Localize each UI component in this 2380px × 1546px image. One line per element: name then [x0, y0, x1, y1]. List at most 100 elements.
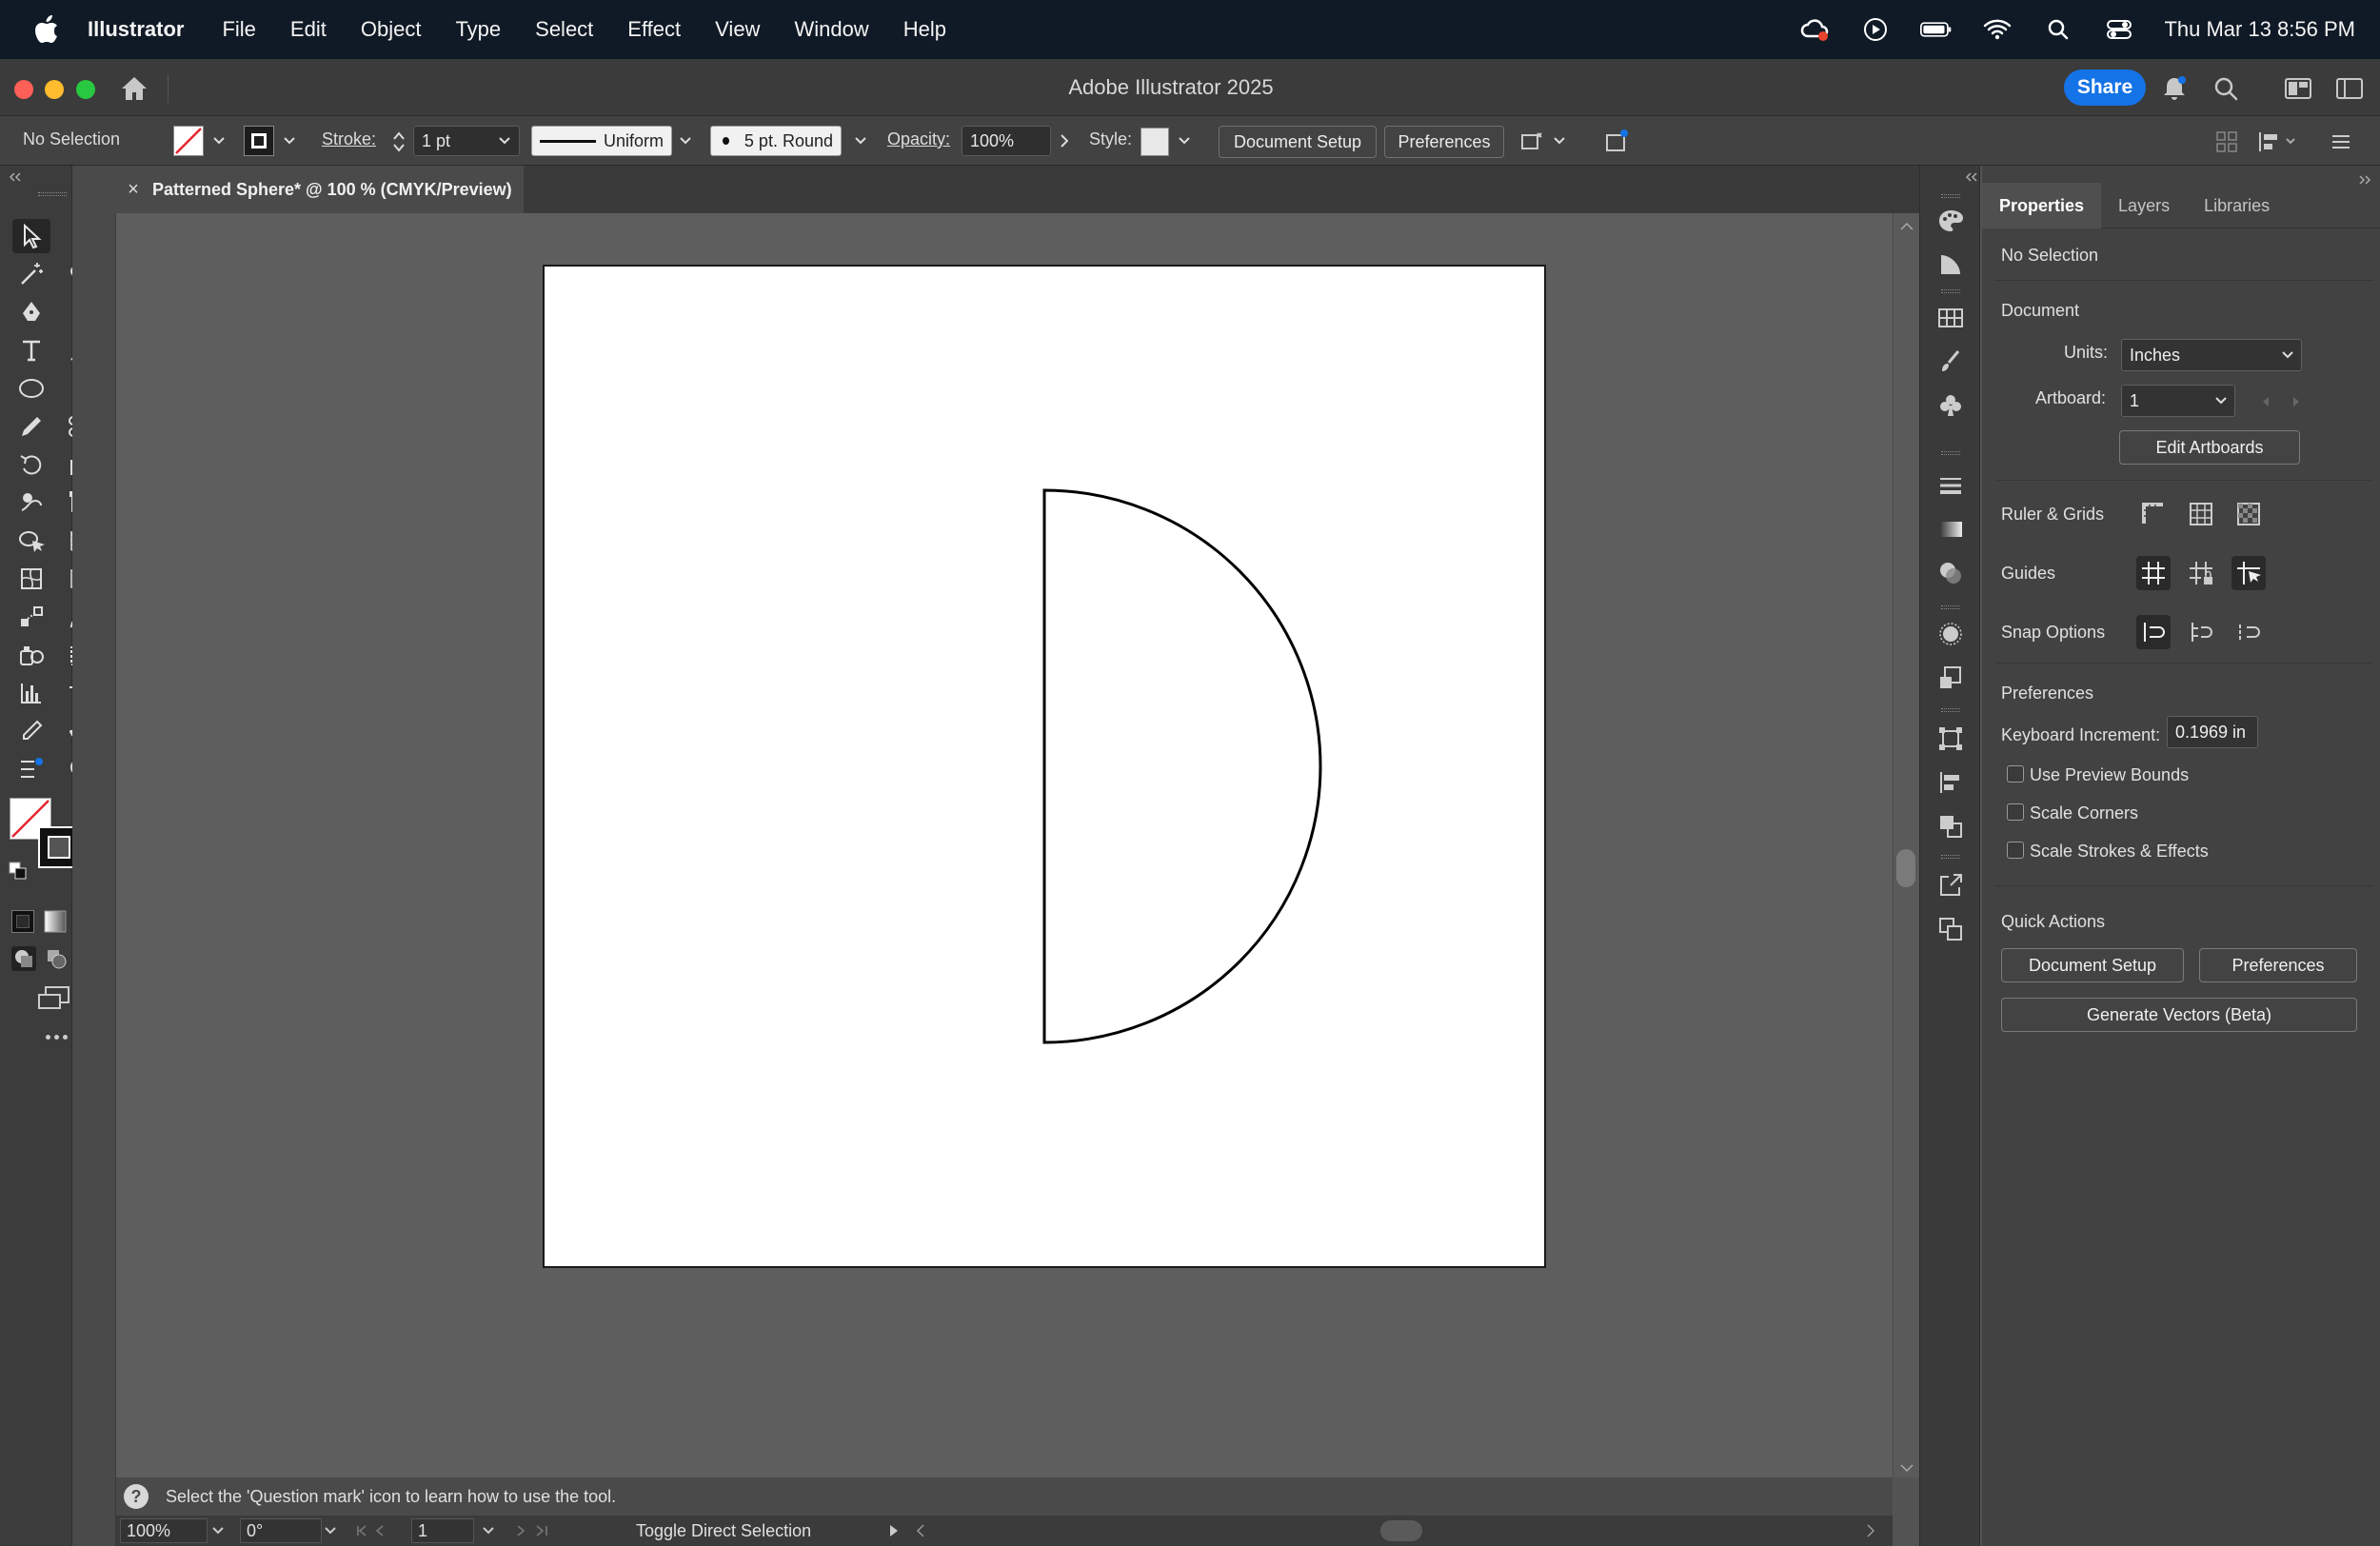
- transparency-grid-icon[interactable]: [2231, 497, 2266, 531]
- swatches-panel-icon[interactable]: [1934, 301, 1968, 335]
- snap-to-point-icon[interactable]: [2136, 615, 2171, 649]
- transform-panel-icon[interactable]: [1934, 722, 1968, 756]
- fill-dropdown-chevron-icon[interactable]: [209, 126, 228, 156]
- next-last-artboard-icon[interactable]: [508, 1518, 565, 1543]
- slice-tool-icon[interactable]: [12, 714, 50, 748]
- use-preview-bounds-checkbox[interactable]: [2007, 765, 2024, 783]
- creative-cloud-icon[interactable]: [1798, 15, 1831, 44]
- gradient-mode-icon[interactable]: [44, 910, 67, 933]
- type-tool-icon[interactable]: [12, 333, 50, 367]
- strip-grip[interactable]: [1941, 194, 1960, 198]
- rotate-tool-icon[interactable]: [12, 447, 50, 482]
- strip-grip[interactable]: [1941, 289, 1960, 293]
- menu-app-name[interactable]: Illustrator: [88, 17, 184, 42]
- units-select[interactable]: Inches: [2121, 339, 2302, 371]
- artboard-select[interactable]: 1: [2121, 385, 2235, 417]
- apple-icon[interactable]: [30, 12, 63, 47]
- tab-properties[interactable]: Properties: [1982, 183, 2102, 228]
- status-menu-arrow-icon[interactable]: [889, 1518, 908, 1543]
- tools-collapse-icon[interactable]: [8, 169, 23, 185]
- scroll-left-icon[interactable]: [916, 1518, 935, 1543]
- show-guides-icon[interactable]: [2136, 556, 2171, 590]
- symbol-sprayer-tool-icon[interactable]: [12, 638, 50, 672]
- menu-file[interactable]: File: [222, 17, 255, 42]
- rotation-field[interactable]: 0°: [240, 1518, 322, 1543]
- artboard-chevron-icon[interactable]: [476, 1518, 501, 1543]
- shape-builder-tool-icon[interactable]: [12, 524, 50, 558]
- menu-view[interactable]: View: [715, 17, 760, 42]
- tab-layers[interactable]: Layers: [2101, 183, 2187, 228]
- brush-definition-select[interactable]: 5 pt. Round: [710, 126, 842, 156]
- smart-guides-icon[interactable]: [2231, 556, 2266, 590]
- vertical-scrollbar[interactable]: [1893, 213, 1919, 1477]
- zoom-level-field[interactable]: 100%: [120, 1518, 208, 1543]
- fill-swatch[interactable]: [173, 126, 204, 156]
- toolbar-edit-icon[interactable]: [12, 752, 50, 786]
- document-tab[interactable]: × Patterned Sphere* @ 100 % (CMYK/Previe…: [114, 166, 524, 213]
- pathfinder-panel-icon[interactable]: [1934, 809, 1968, 843]
- strip-grip[interactable]: [1941, 708, 1960, 712]
- export-asset-panel-icon[interactable]: [1934, 868, 1968, 902]
- control-bar-menu-icon[interactable]: [2329, 129, 2353, 154]
- symbols-panel-icon[interactable]: [1934, 388, 1968, 423]
- document-setup-button[interactable]: Document Setup: [1219, 126, 1377, 158]
- scale-corners-checkbox[interactable]: [2007, 803, 2024, 821]
- strip-collapse-icon[interactable]: [1964, 169, 1979, 187]
- column-graph-tool-icon[interactable]: [12, 676, 50, 710]
- graphic-styles-panel-icon[interactable]: [1934, 661, 1968, 695]
- draw-behind-icon[interactable]: [44, 946, 69, 971]
- appearance-panel-icon[interactable]: [1934, 617, 1968, 651]
- scroll-up-icon[interactable]: [1900, 219, 1914, 236]
- tools-grip[interactable]: [38, 192, 67, 196]
- menu-select[interactable]: Select: [535, 17, 593, 42]
- stroke-weight-chevron-icon[interactable]: [495, 126, 514, 156]
- draw-normal-icon[interactable]: [11, 946, 36, 971]
- play-circle-icon[interactable]: [1859, 15, 1892, 44]
- style-chevron-icon[interactable]: [1175, 126, 1194, 156]
- menu-bar-clock[interactable]: Thu Mar 13 8:56 PM: [2164, 17, 2355, 42]
- color-mode-icon[interactable]: [11, 910, 34, 933]
- artboard-number-field[interactable]: 1: [411, 1518, 474, 1543]
- strip-grip[interactable]: [1941, 605, 1960, 609]
- profile-chevron-icon[interactable]: [676, 126, 695, 156]
- horizontal-scroll-thumb[interactable]: [1380, 1520, 1422, 1541]
- graphic-style-swatch[interactable]: [1140, 128, 1169, 156]
- tab-libraries[interactable]: Libraries: [2187, 183, 2287, 228]
- quick-action-preferences-button[interactable]: Preferences: [2199, 948, 2357, 982]
- warp-tool-icon[interactable]: [12, 486, 50, 520]
- artboards-panel-icon[interactable]: [1934, 912, 1968, 946]
- scroll-down-icon[interactable]: [1900, 1460, 1914, 1477]
- arrange-chevron-icon[interactable]: [1550, 126, 1569, 156]
- panel-toggle-icon[interactable]: [2334, 73, 2365, 104]
- color-panel-icon[interactable]: [1934, 204, 1968, 238]
- canvas-area[interactable]: [116, 213, 1894, 1477]
- first-prev-artboard-icon[interactable]: [354, 1518, 411, 1543]
- menu-type[interactable]: Type: [455, 17, 501, 42]
- snap-to-glyph-icon[interactable]: [2184, 615, 2218, 649]
- variable-width-profile-select[interactable]: Uniform: [531, 126, 672, 156]
- zoom-chevron-icon[interactable]: [206, 1518, 230, 1543]
- mesh-tool-icon[interactable]: [12, 562, 50, 596]
- artboard[interactable]: [543, 265, 1546, 1268]
- opacity-arrow-icon[interactable]: [1055, 126, 1074, 156]
- align-grid-icon[interactable]: [2214, 129, 2239, 154]
- opacity-label[interactable]: Opacity:: [887, 129, 950, 149]
- more-tools-icon[interactable]: [42, 1030, 70, 1043]
- recolor-artwork-icon[interactable]: [1601, 126, 1632, 156]
- scale-strokes-effects-checkbox[interactable]: [2007, 842, 2024, 859]
- spotlight-search-icon[interactable]: [2042, 15, 2074, 44]
- pencil-tool-icon[interactable]: [12, 409, 50, 444]
- scroll-right-icon[interactable]: [1866, 1518, 1885, 1543]
- preferences-button[interactable]: Preferences: [1384, 126, 1504, 158]
- next-artboard-icon[interactable]: [2285, 385, 2308, 419]
- opacity-field[interactable]: 100%: [962, 126, 1051, 156]
- grid-icon[interactable]: [2184, 497, 2218, 531]
- arrange-documents-icon[interactable]: [1517, 128, 1546, 156]
- share-button[interactable]: Share: [2064, 69, 2146, 106]
- gradient-panel-icon[interactable]: [1934, 512, 1968, 546]
- menu-object[interactable]: Object: [361, 17, 422, 42]
- search-icon[interactable]: [2211, 73, 2241, 104]
- stroke-dropdown-chevron-icon[interactable]: [280, 126, 299, 156]
- notifications-bell-icon[interactable]: [2159, 73, 2190, 104]
- color-guide-panel-icon[interactable]: [1934, 248, 1968, 282]
